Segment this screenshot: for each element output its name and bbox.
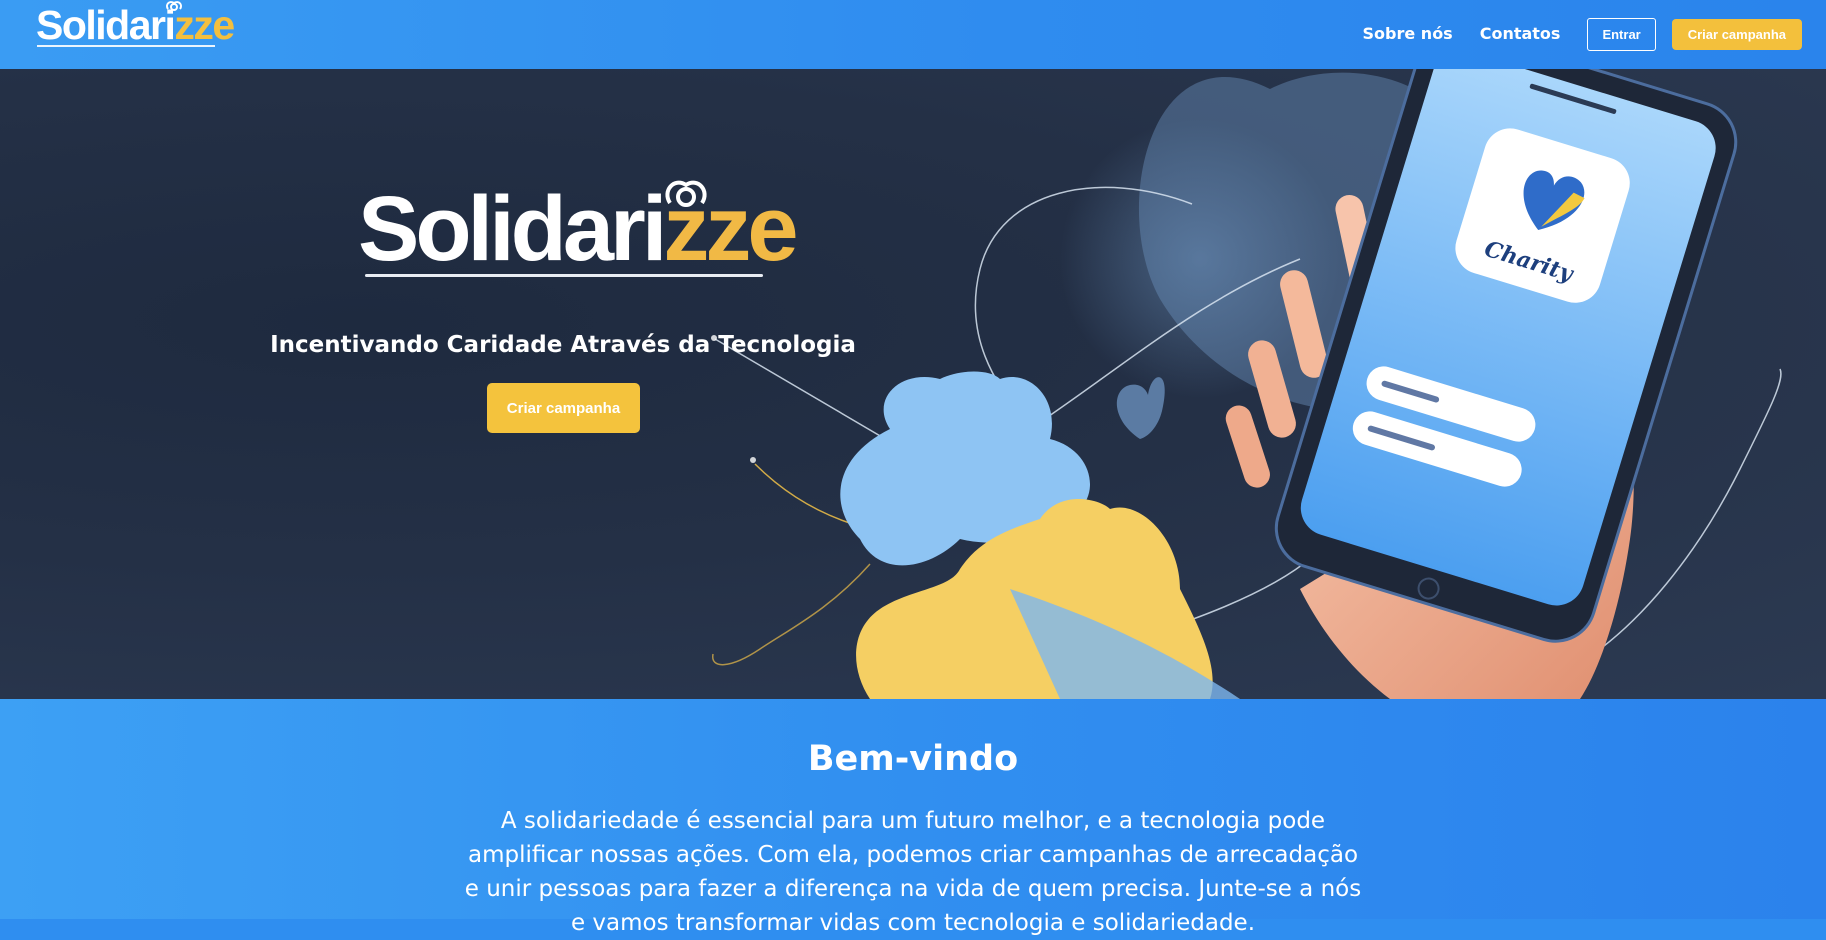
hero-tagline: Incentivando Caridade Através da Tecnolo… — [270, 332, 856, 358]
welcome-title: Bem-vindo — [807, 739, 1019, 779]
welcome-section: Bem-vindo A solidariedade é essencial pa… — [0, 699, 1826, 936]
hero-knot-icon — [665, 180, 707, 207]
brand-logo[interactable]: Solidarizze — [36, 2, 235, 48]
hero-logo: Solidarizze — [358, 178, 799, 280]
nav-link-contacts[interactable]: Contatos — [1480, 17, 1561, 51]
brand-underline — [37, 45, 215, 47]
hero-banner: Charity Solidarizze Incentivando Caridad… — [0, 69, 1826, 699]
welcome-text: A solidariedade é essencial para um futu… — [464, 808, 1362, 936]
top-nav: Sobre nós Contatos Entrar Criar campanha — [1363, 17, 1802, 51]
create-campaign-header-button[interactable]: Criar campanha — [1671, 18, 1802, 50]
nav-link-about[interactable]: Sobre nós — [1363, 17, 1453, 51]
login-button[interactable]: Entrar — [1587, 17, 1656, 51]
knot-icon — [165, 1, 183, 11]
small-heart-icon — [1116, 377, 1165, 439]
hero-logo-underline — [365, 274, 763, 277]
hero-illustration: Charity — [711, 69, 1782, 699]
brand-logo-main: Solidari — [36, 2, 176, 48]
hero-logo-main: Solidari — [358, 178, 667, 280]
site-header: Solidarizze Sobre nós Contatos Entrar Cr… — [0, 0, 1826, 69]
create-campaign-hero-button[interactable]: Criar campanha — [487, 383, 640, 433]
